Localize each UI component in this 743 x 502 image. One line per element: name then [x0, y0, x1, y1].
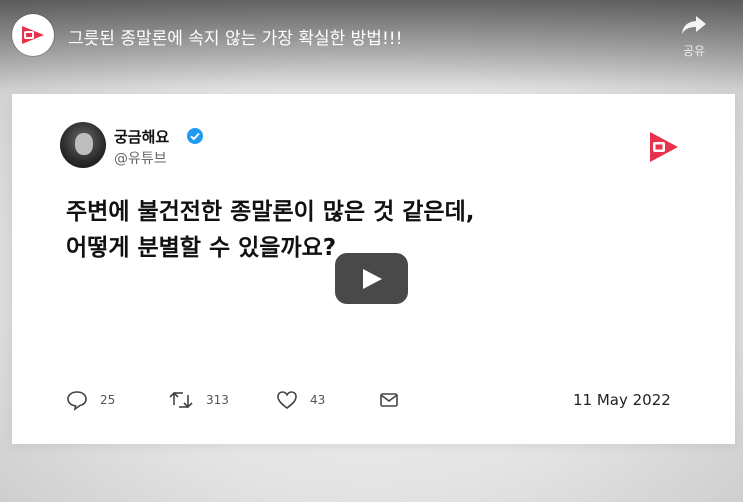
retweet-count: 313: [206, 393, 229, 407]
share-label: 공유: [682, 44, 706, 58]
retweet-icon: [169, 391, 193, 409]
share-tweet-action[interactable]: [378, 388, 400, 412]
reply-count: 25: [100, 393, 116, 407]
heart-icon: [277, 391, 297, 410]
tweet-date: 11 May 2022: [573, 391, 671, 409]
reply-icon: [67, 391, 87, 411]
share-button[interactable]: 공유: [672, 14, 716, 59]
channel-logo-icon: [22, 26, 44, 44]
video-title[interactable]: 그릇된 종말론에 속지 않는 가장 확실한 방법!!!: [68, 24, 402, 49]
share-arrow-icon: [682, 16, 706, 34]
display-name: 궁금해요: [114, 128, 170, 146]
channel-avatar[interactable]: [12, 14, 54, 56]
video-player[interactable]: 그릇된 종말론에 속지 않는 가장 확실한 방법!!! 공유 궁금해요 @유튜브…: [0, 0, 743, 502]
play-icon: [363, 269, 382, 289]
reply-action[interactable]: 25: [66, 388, 115, 412]
avatar-face: [75, 133, 93, 155]
brand-logo-icon: [650, 132, 678, 162]
like-action[interactable]: 43: [276, 388, 325, 412]
verified-badge-icon: [187, 128, 203, 144]
mail-icon: [380, 393, 398, 407]
avatar: [60, 122, 106, 168]
tweet-text-line-1: 주변에 불건전한 종말론이 많은 것 같은데,: [66, 199, 475, 225]
play-button[interactable]: [335, 253, 408, 304]
like-count: 43: [310, 393, 326, 407]
retweet-action[interactable]: 313: [168, 388, 229, 412]
handle: @유튜브: [114, 151, 167, 167]
